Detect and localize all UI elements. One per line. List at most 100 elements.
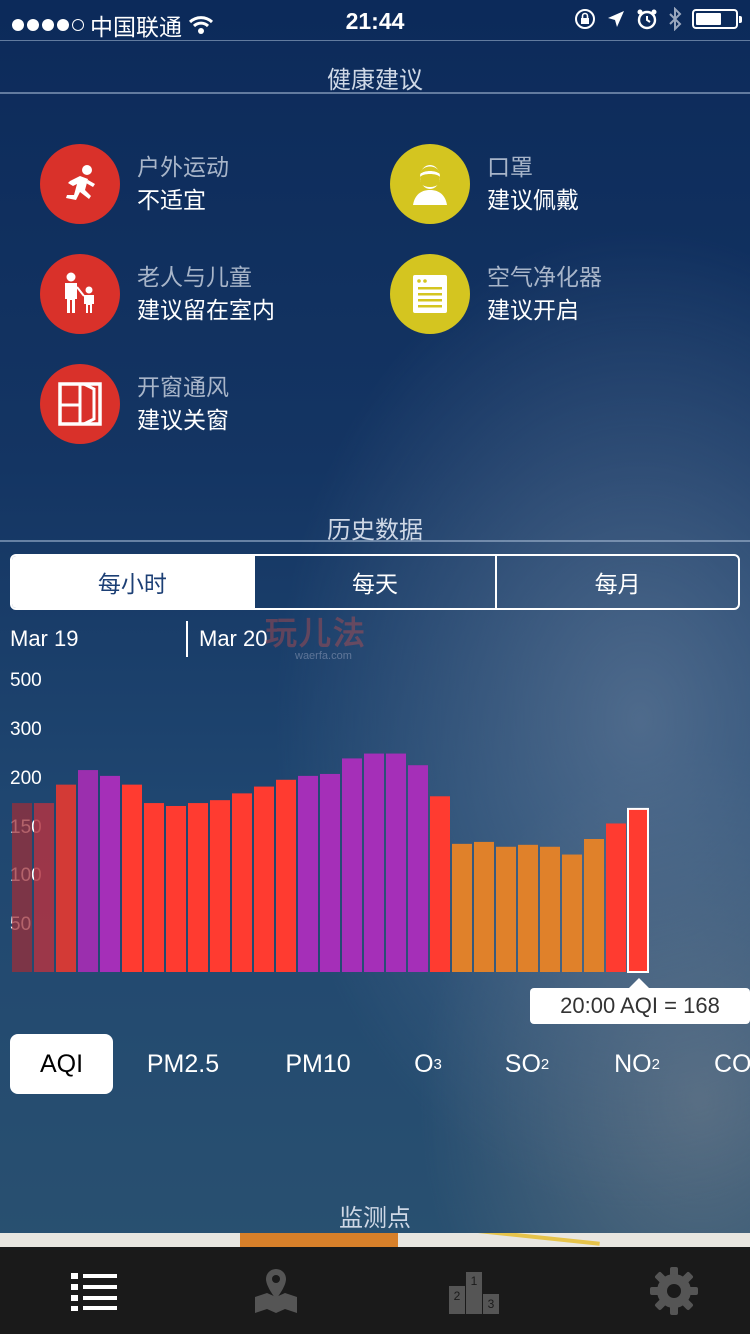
- location-icon: [608, 11, 624, 27]
- aqi-bar[interactable]: [56, 784, 76, 972]
- aqi-bar[interactable]: [540, 846, 560, 972]
- face-mask-icon: [390, 144, 470, 224]
- rotation-lock-icon: [575, 9, 595, 29]
- aqi-bar-chart[interactable]: [0, 740, 750, 976]
- advice-air-purifier: 空气净化器 建议开启: [390, 254, 602, 334]
- advice-category: 老人与儿童: [137, 264, 252, 290]
- pollutant-aqi[interactable]: AQI: [10, 1034, 113, 1094]
- advice-category: 户外运动: [137, 154, 229, 180]
- advice-text: 建议留在室内: [137, 297, 275, 323]
- status-bar: 中国联通 21:44: [0, 0, 750, 40]
- alarm-icon: [637, 9, 657, 30]
- advice-mask: 口罩 建议佩戴: [390, 144, 579, 224]
- pollutant-so2[interactable]: SO 2: [492, 1034, 562, 1094]
- advice-text: 建议佩戴: [487, 187, 579, 213]
- settings-icon: [649, 1266, 698, 1315]
- pollutant-pm25[interactable]: PM2.5: [128, 1034, 238, 1094]
- period-segmented-control: 每小时 每天 每月: [10, 554, 740, 610]
- aqi-bar[interactable]: [34, 803, 54, 972]
- advice-category: 空气净化器: [487, 264, 602, 290]
- tab-monthly[interactable]: 每月: [495, 556, 738, 608]
- aqi-bar[interactable]: [452, 843, 472, 972]
- pollutant-selector: AQI PM2.5 PM10 O3 SO 2 NO 2 CO: [10, 1034, 750, 1094]
- aqi-bar[interactable]: [188, 803, 208, 972]
- aqi-tooltip: 20:00 AQI = 168: [530, 978, 750, 1024]
- svg-text:3: 3: [487, 1297, 494, 1311]
- pollutant-subscript: 3: [433, 1055, 442, 1073]
- tab-daily[interactable]: 每天: [252, 556, 496, 608]
- date-label-start: Mar 19: [10, 626, 79, 651]
- aqi-bar-selected[interactable]: [627, 807, 649, 974]
- svg-text:1: 1: [470, 1274, 477, 1288]
- aqi-bar[interactable]: [342, 758, 362, 972]
- monitor-title: 监测点: [339, 1205, 411, 1232]
- tab-hourly[interactable]: 每小时: [12, 556, 253, 608]
- advice-text: 不适宜: [137, 187, 206, 213]
- tab-settings[interactable]: [580, 1247, 750, 1334]
- advice-elderly-children: 老人与儿童 建议留在室内: [40, 254, 275, 334]
- aqi-bar[interactable]: [254, 786, 274, 972]
- monitor-map[interactable]: [0, 1233, 750, 1247]
- date-separator: [186, 621, 188, 657]
- list-icon: [70, 1272, 117, 1311]
- aqi-bar[interactable]: [276, 779, 296, 972]
- window-icon: [40, 364, 120, 444]
- aqi-bar[interactable]: [430, 796, 450, 972]
- aqi-bar[interactable]: [496, 846, 516, 972]
- aqi-bar[interactable]: [474, 841, 494, 972]
- tab-list[interactable]: [0, 1247, 187, 1334]
- y-tick-label: 500: [10, 670, 42, 691]
- station-badge[interactable]: [240, 1233, 398, 1247]
- advice-text: 建议开启: [487, 297, 579, 323]
- tab-bar: 1 2 3: [0, 1247, 750, 1334]
- aqi-bar[interactable]: [210, 800, 230, 972]
- aqi-bar[interactable]: [12, 803, 32, 972]
- history-divider: [0, 540, 750, 542]
- bluetooth-icon: [669, 7, 682, 31]
- pollutant-label: PM2.5: [146, 1049, 220, 1078]
- aqi-bar[interactable]: [78, 770, 98, 972]
- watermark-logo: 玩儿法 waerfa.com: [265, 608, 367, 662]
- pollutant-o3[interactable]: O3: [402, 1034, 454, 1094]
- watermark-text: 玩儿法: [265, 615, 368, 651]
- tab-map[interactable]: [182, 1247, 369, 1334]
- elderly-child-icon: [40, 254, 120, 334]
- tab-ranking[interactable]: 1 2 3: [380, 1247, 567, 1334]
- aqi-bar[interactable]: [606, 823, 626, 972]
- pollutant-label: CO: [714, 1049, 750, 1078]
- map-icon: [254, 1268, 297, 1313]
- pollutant-label: SO: [504, 1049, 541, 1078]
- pollutant-label: AQI: [39, 1049, 84, 1078]
- health-advice-title: 健康建议: [327, 67, 423, 94]
- pollutant-label: NO: [614, 1049, 652, 1078]
- advice-category: 口罩: [487, 154, 533, 180]
- aqi-bar[interactable]: [232, 793, 252, 972]
- health-advice-divider: [0, 92, 750, 94]
- ranking-icon: 1 2 3: [448, 1271, 499, 1314]
- aqi-bar[interactable]: [166, 805, 186, 972]
- aqi-bar[interactable]: [320, 773, 340, 972]
- date-label-next: Mar 20: [199, 626, 268, 651]
- aqi-bar[interactable]: [100, 775, 120, 972]
- pollutant-pm10[interactable]: PM10: [265, 1034, 371, 1094]
- running-person-icon: [40, 144, 120, 224]
- pollutant-subscript: 2: [540, 1055, 550, 1073]
- aqi-bar[interactable]: [386, 753, 406, 972]
- aqi-bar[interactable]: [298, 775, 318, 972]
- aqi-bar[interactable]: [562, 854, 582, 972]
- pollutant-co[interactable]: CO: [714, 1034, 750, 1094]
- aqi-bar[interactable]: [122, 784, 142, 972]
- pollutant-label: PM10: [285, 1049, 351, 1078]
- status-icons: [574, 7, 742, 31]
- pollutant-no2[interactable]: NO 2: [600, 1034, 674, 1094]
- watermark-url: waerfa.com: [295, 650, 352, 662]
- aqi-bar[interactable]: [584, 838, 604, 972]
- aqi-bar[interactable]: [364, 753, 384, 972]
- pollutant-subscript: 2: [651, 1055, 660, 1073]
- advice-text: 建议关窗: [137, 407, 229, 433]
- pollutant-label: O: [414, 1049, 434, 1078]
- aqi-bar[interactable]: [408, 765, 428, 972]
- aqi-bar[interactable]: [518, 844, 538, 972]
- map-road: [470, 1233, 600, 1246]
- aqi-bar[interactable]: [144, 803, 164, 972]
